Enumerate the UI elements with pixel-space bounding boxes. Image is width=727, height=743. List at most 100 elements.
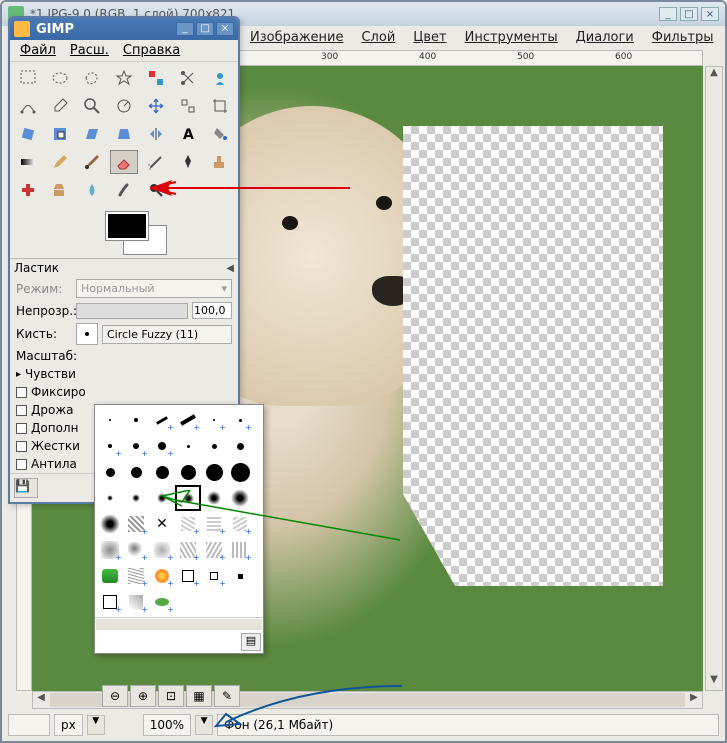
- menu-tools[interactable]: Инструменты: [457, 28, 566, 47]
- brush-preview[interactable]: [76, 323, 98, 345]
- brush-name-combo[interactable]: Circle Fuzzy (11): [102, 325, 232, 344]
- tool-bucket-fill[interactable]: [206, 122, 234, 146]
- tool-rect-select[interactable]: [14, 66, 42, 90]
- tool-heal[interactable]: [14, 178, 42, 202]
- brush-item[interactable]: +: [123, 589, 149, 615]
- zoom-fit-button[interactable]: ⊡: [158, 685, 184, 707]
- unit-selector[interactable]: px: [54, 714, 83, 736]
- brush-item[interactable]: +: [97, 537, 123, 563]
- opacity-input[interactable]: [192, 302, 232, 319]
- toolbox-titlebar[interactable]: GIMP _ □ ×: [10, 18, 238, 40]
- brush-item[interactable]: [175, 433, 201, 459]
- brush-item[interactable]: +: [123, 563, 149, 589]
- tool-move[interactable]: [142, 94, 170, 118]
- toolbox-minimize[interactable]: _: [176, 22, 194, 36]
- tool-perspective-clone[interactable]: [46, 178, 74, 202]
- brush-item[interactable]: +: [227, 511, 253, 537]
- brush-item[interactable]: [227, 563, 253, 589]
- brush-item[interactable]: [227, 485, 253, 511]
- brush-item[interactable]: [149, 459, 175, 485]
- menu-layer[interactable]: Слой: [353, 28, 403, 47]
- check-hard[interactable]: Жестки: [16, 439, 80, 453]
- brush-item[interactable]: +: [149, 407, 175, 433]
- brush-item[interactable]: +: [149, 589, 175, 615]
- brush-item[interactable]: +: [149, 563, 175, 589]
- brush-item[interactable]: +: [175, 407, 201, 433]
- tool-measure[interactable]: [110, 94, 138, 118]
- brush-item[interactable]: [149, 485, 175, 511]
- tool-zoom[interactable]: [78, 94, 106, 118]
- tool-perspective[interactable]: [110, 122, 138, 146]
- brush-popup-scrollbar[interactable]: [95, 617, 263, 631]
- tool-shear[interactable]: [78, 122, 106, 146]
- brush-item[interactable]: [97, 511, 123, 537]
- mode-combo[interactable]: Нормальный▾: [76, 279, 232, 298]
- check-incremental[interactable]: Дополн: [16, 421, 78, 435]
- tool-scale[interactable]: [46, 122, 74, 146]
- scroll-down-icon[interactable]: ▼: [706, 674, 722, 690]
- brush-item[interactable]: +: [201, 537, 227, 563]
- zoom-in-button[interactable]: ⊕: [130, 685, 156, 707]
- menu-image[interactable]: Изображение: [242, 28, 351, 47]
- menu-chevron-icon[interactable]: ◀: [226, 263, 234, 274]
- brush-item[interactable]: [175, 459, 201, 485]
- brush-item[interactable]: [227, 589, 253, 615]
- brush-item[interactable]: [123, 459, 149, 485]
- brush-item[interactable]: +: [227, 407, 253, 433]
- check-sensitivity[interactable]: Чувстви: [25, 367, 76, 381]
- brush-item[interactable]: [201, 485, 227, 511]
- tool-eraser[interactable]: [110, 150, 138, 174]
- vertical-scrollbar[interactable]: ▲ ▼: [705, 66, 723, 691]
- brush-item[interactable]: [201, 589, 227, 615]
- minimize-button[interactable]: _: [659, 7, 677, 21]
- brush-item[interactable]: +: [97, 433, 123, 459]
- brush-item[interactable]: +: [175, 537, 201, 563]
- brush-item[interactable]: [123, 407, 149, 433]
- tool-flip[interactable]: [142, 122, 170, 146]
- zoom-dropdown-button[interactable]: ▼: [195, 715, 213, 735]
- fg-color-swatch[interactable]: [106, 212, 148, 240]
- menu-filters[interactable]: Фильтры: [644, 28, 722, 47]
- brush-item[interactable]: +: [201, 511, 227, 537]
- grid-toggle-button[interactable]: ▦: [186, 685, 212, 707]
- toolbox-menu-ext[interactable]: Расш.: [64, 41, 115, 60]
- brush-item[interactable]: [97, 485, 123, 511]
- tool-fg-select[interactable]: [206, 66, 234, 90]
- brush-item[interactable]: [201, 433, 227, 459]
- toolbox-menu-file[interactable]: Файл: [14, 41, 62, 60]
- tool-paths[interactable]: [14, 94, 42, 118]
- scroll-left-icon[interactable]: ◀: [33, 692, 49, 708]
- brush-item[interactable]: +: [123, 433, 149, 459]
- tool-fuzzy-select[interactable]: [110, 66, 138, 90]
- brush-item[interactable]: [227, 459, 253, 485]
- tool-crop[interactable]: [206, 94, 234, 118]
- tool-clone[interactable]: [206, 150, 234, 174]
- tool-rotate[interactable]: [14, 122, 42, 146]
- brush-item[interactable]: +: [227, 537, 253, 563]
- brush-item[interactable]: [97, 459, 123, 485]
- tool-ink[interactable]: [174, 150, 202, 174]
- brush-item[interactable]: +: [123, 511, 149, 537]
- unit-dropdown-button[interactable]: ▼: [87, 715, 105, 735]
- check-antialias[interactable]: Антила: [16, 457, 77, 471]
- tool-dodge[interactable]: [142, 178, 170, 202]
- toolbox-menu-help[interactable]: Справка: [117, 41, 186, 60]
- brush-item[interactable]: +: [123, 537, 149, 563]
- tool-free-select[interactable]: [78, 66, 106, 90]
- brush-item[interactable]: +: [149, 537, 175, 563]
- brush-item[interactable]: +: [175, 511, 201, 537]
- brush-item[interactable]: +: [149, 433, 175, 459]
- tool-airbrush[interactable]: [142, 150, 170, 174]
- brush-item[interactable]: +: [201, 407, 227, 433]
- brush-item[interactable]: [97, 407, 123, 433]
- brush-popup-menu-button[interactable]: ▤: [241, 633, 261, 651]
- menu-dialogs[interactable]: Диалоги: [568, 28, 642, 47]
- brush-item[interactable]: [201, 459, 227, 485]
- tool-by-color-select[interactable]: [142, 66, 170, 90]
- tool-paintbrush[interactable]: [78, 150, 106, 174]
- brush-item[interactable]: +: [97, 589, 123, 615]
- brush-item[interactable]: [175, 589, 201, 615]
- brush-item[interactable]: [227, 433, 253, 459]
- quickmask-button[interactable]: ✎: [214, 685, 240, 707]
- tool-align[interactable]: [174, 94, 202, 118]
